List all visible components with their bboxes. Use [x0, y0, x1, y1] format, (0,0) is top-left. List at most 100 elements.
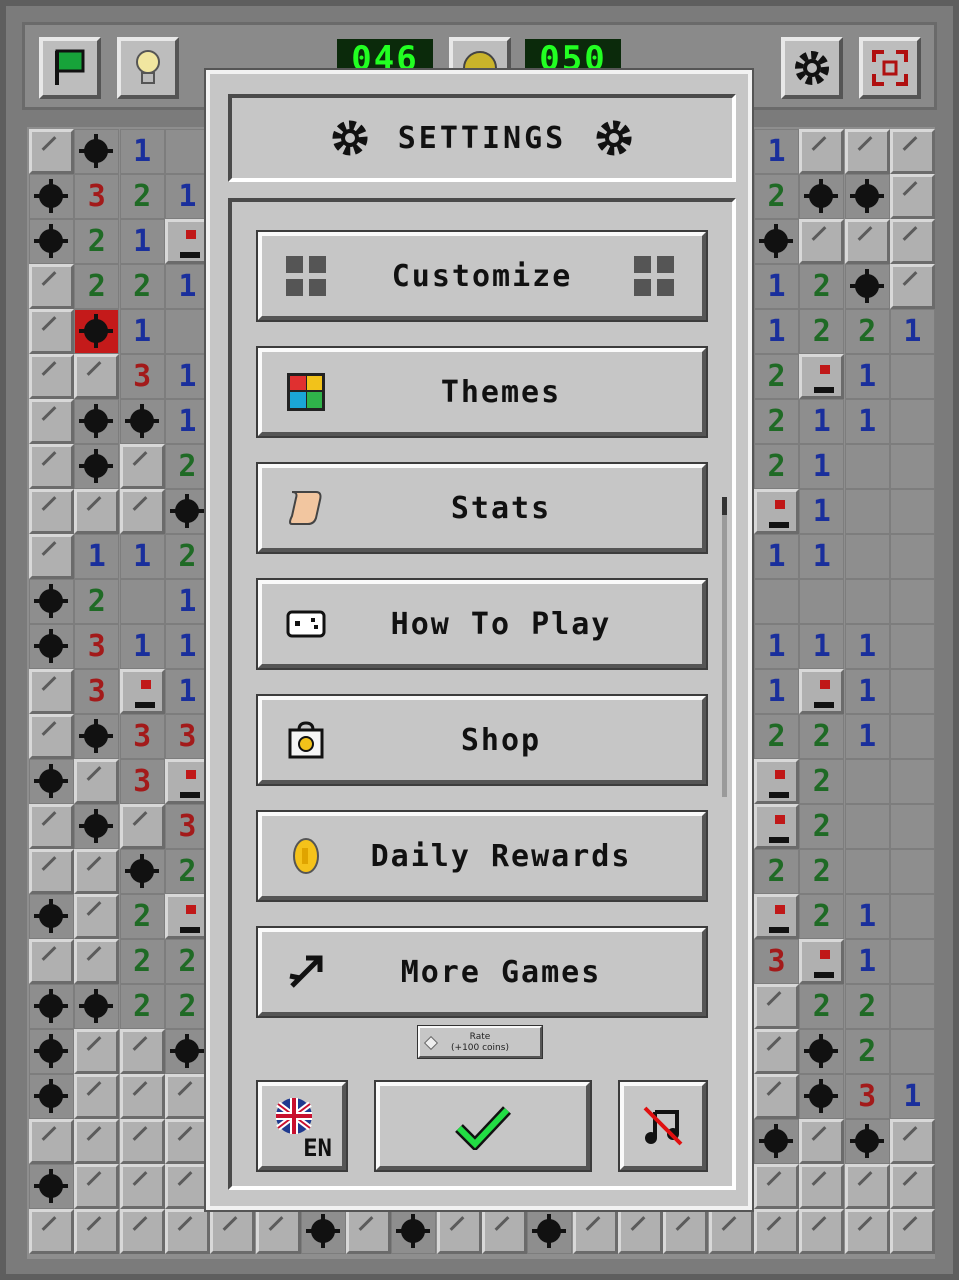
customize-button[interactable]: Customize [256, 230, 708, 322]
covered-cell[interactable] [74, 1164, 120, 1209]
covered-cell[interactable] [74, 1029, 120, 1074]
mine-cell[interactable] [844, 1119, 890, 1164]
covered-cell[interactable] [119, 444, 165, 489]
number-cell[interactable]: 1 [844, 624, 890, 669]
number-cell[interactable]: 3 [119, 354, 165, 399]
rate-button[interactable]: Rate (+100 coins) [417, 1025, 543, 1059]
number-cell[interactable]: 3 [164, 714, 210, 759]
empty-cell[interactable] [799, 579, 845, 624]
covered-cell[interactable] [754, 1164, 799, 1209]
number-cell[interactable]: 2 [799, 849, 845, 894]
mine-cell[interactable] [844, 264, 890, 309]
empty-cell[interactable] [844, 849, 890, 894]
mine-cell[interactable] [164, 1029, 210, 1074]
covered-cell[interactable] [844, 129, 890, 174]
covered-cell[interactable] [889, 1119, 935, 1164]
mine-cell[interactable] [799, 1074, 845, 1119]
number-cell[interactable]: 2 [754, 849, 799, 894]
music-toggle-button[interactable] [618, 1080, 708, 1172]
mine-cell[interactable] [74, 399, 120, 444]
covered-cell[interactable] [889, 1164, 935, 1209]
number-cell[interactable]: 1 [844, 669, 890, 714]
empty-cell[interactable] [889, 489, 935, 534]
flagged-cell[interactable] [799, 669, 845, 714]
number-cell[interactable]: 1 [74, 534, 120, 579]
number-cell[interactable]: 1 [799, 489, 845, 534]
covered-cell[interactable] [754, 1074, 799, 1119]
flagged-cell[interactable] [119, 669, 165, 714]
number-cell[interactable]: 1 [799, 534, 845, 579]
covered-cell[interactable] [754, 984, 799, 1029]
number-cell[interactable]: 1 [119, 129, 165, 174]
mine-cell[interactable] [29, 894, 74, 939]
mine-cell[interactable] [74, 714, 120, 759]
covered-cell[interactable] [754, 1029, 799, 1074]
number-cell[interactable]: 1 [799, 624, 845, 669]
empty-cell[interactable] [754, 579, 799, 624]
empty-cell[interactable] [844, 579, 890, 624]
covered-cell[interactable] [754, 1209, 799, 1254]
number-cell[interactable]: 1 [844, 939, 890, 984]
number-cell[interactable]: 2 [164, 939, 210, 984]
empty-cell[interactable] [889, 984, 935, 1029]
empty-cell[interactable] [889, 444, 935, 489]
number-cell[interactable]: 2 [754, 399, 799, 444]
covered-cell[interactable] [799, 1119, 845, 1164]
mine-cell[interactable] [29, 174, 74, 219]
number-cell[interactable]: 1 [889, 1074, 935, 1119]
covered-cell[interactable] [74, 759, 120, 804]
mine-cell[interactable] [74, 984, 120, 1029]
covered-cell[interactable] [844, 219, 890, 264]
number-cell[interactable]: 1 [754, 264, 799, 309]
covered-cell[interactable] [74, 894, 120, 939]
covered-cell[interactable] [119, 489, 165, 534]
covered-cell[interactable] [29, 1119, 74, 1164]
covered-cell[interactable] [74, 849, 120, 894]
shop-button[interactable]: Shop [256, 694, 708, 786]
mine-cell[interactable] [74, 129, 120, 174]
number-cell[interactable]: 2 [754, 444, 799, 489]
number-cell[interactable]: 2 [799, 759, 845, 804]
number-cell[interactable]: 2 [799, 309, 845, 354]
covered-cell[interactable] [29, 129, 74, 174]
number-cell[interactable]: 2 [119, 894, 165, 939]
number-cell[interactable]: 1 [119, 624, 165, 669]
mine-cell[interactable] [119, 849, 165, 894]
number-cell[interactable]: 3 [844, 1074, 890, 1119]
empty-cell[interactable] [889, 579, 935, 624]
flagged-cell[interactable] [754, 804, 799, 849]
empty-cell[interactable] [889, 534, 935, 579]
hint-button[interactable] [117, 37, 179, 99]
number-cell[interactable]: 1 [164, 399, 210, 444]
covered-cell[interactable] [29, 714, 74, 759]
covered-cell[interactable] [799, 129, 845, 174]
number-cell[interactable]: 2 [164, 984, 210, 1029]
number-cell[interactable]: 1 [754, 309, 799, 354]
covered-cell[interactable] [119, 1074, 165, 1119]
empty-cell[interactable] [844, 804, 890, 849]
covered-cell[interactable] [844, 1209, 890, 1254]
number-cell[interactable]: 1 [164, 669, 210, 714]
empty-cell[interactable] [889, 1029, 935, 1074]
covered-cell[interactable] [29, 354, 74, 399]
scrollbar[interactable] [722, 497, 727, 797]
mine-cell[interactable] [74, 309, 120, 354]
covered-cell[interactable] [799, 219, 845, 264]
more-games-button[interactable]: More Games [256, 926, 708, 1018]
empty-cell[interactable] [844, 489, 890, 534]
number-cell[interactable]: 2 [754, 174, 799, 219]
covered-cell[interactable] [482, 1209, 527, 1254]
number-cell[interactable]: 2 [74, 219, 120, 264]
covered-cell[interactable] [799, 1164, 845, 1209]
covered-cell[interactable] [29, 1209, 74, 1254]
number-cell[interactable]: 1 [164, 264, 210, 309]
covered-cell[interactable] [29, 669, 74, 714]
number-cell[interactable]: 1 [164, 354, 210, 399]
mine-cell[interactable] [29, 1029, 74, 1074]
covered-cell[interactable] [255, 1209, 301, 1254]
number-cell[interactable]: 3 [74, 669, 120, 714]
covered-cell[interactable] [346, 1209, 392, 1254]
empty-cell[interactable] [889, 804, 935, 849]
empty-cell[interactable] [889, 714, 935, 759]
flag-mode-button[interactable] [39, 37, 101, 99]
